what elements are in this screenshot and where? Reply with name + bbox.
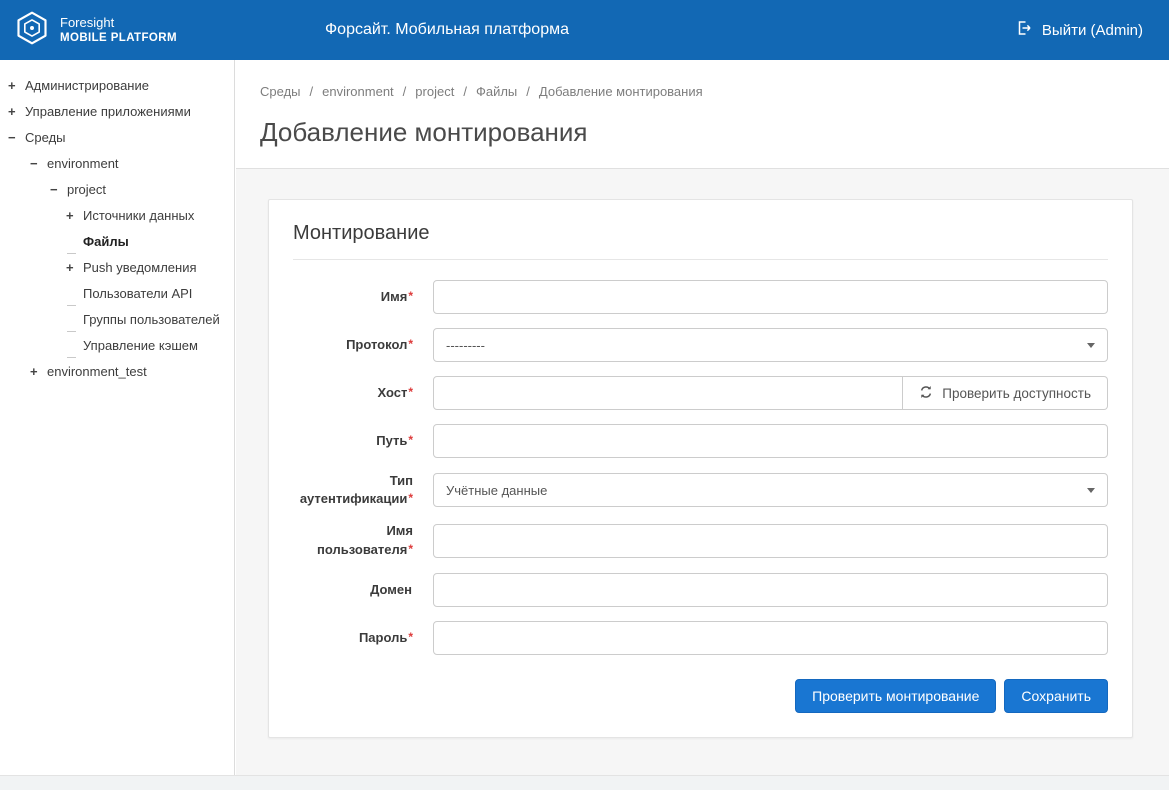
hexagon-logo-icon [14, 10, 50, 51]
breadcrumb-files[interactable]: Файлы [476, 84, 517, 99]
sidebar-item-api-users[interactable]: Пользователи API [0, 280, 234, 306]
name-field[interactable] [433, 280, 1108, 314]
chevron-down-icon [1087, 488, 1095, 493]
expand-plus-icon[interactable]: + [66, 260, 83, 275]
form-row-username: Имя пользователя* [293, 522, 1108, 558]
protocol-select-value: --------- [446, 338, 485, 353]
logout-label: Выйти (Admin) [1042, 22, 1143, 39]
form-title: Монтирование [293, 222, 1108, 260]
main-content: Среды / environment / project / Файлы / … [236, 60, 1169, 775]
required-mark: * [408, 289, 413, 303]
password-label: Пароль* [293, 629, 433, 647]
required-mark: * [408, 385, 413, 399]
page-title: Добавление монтирования [236, 99, 1169, 168]
auth-type-select-value: Учётные данные [446, 483, 547, 498]
form-actions: Проверить монтирование Сохранить [293, 679, 1108, 713]
foresight-logo[interactable]: Foresight MOBILE PLATFORM [0, 10, 235, 51]
collapse-minus-icon[interactable]: − [8, 130, 25, 145]
sidebar-item-administration[interactable]: + Администрирование [0, 72, 234, 98]
mount-form-card: Монтирование Имя* Протокол* --------- Хо… [268, 199, 1133, 738]
logo-line1: Foresight [60, 15, 177, 31]
sidebar-item-push-notifications[interactable]: + Push уведомления [0, 254, 234, 280]
required-mark: * [408, 433, 413, 447]
collapse-minus-icon[interactable]: − [30, 156, 47, 171]
expand-plus-icon[interactable]: + [8, 78, 25, 93]
protocol-select[interactable]: --------- [433, 328, 1108, 362]
form-row-name: Имя* [293, 280, 1108, 314]
path-label: Путь* [293, 432, 433, 450]
username-field[interactable] [433, 524, 1108, 558]
breadcrumb-project[interactable]: project [415, 84, 454, 99]
protocol-label: Протокол* [293, 336, 433, 354]
check-mount-button[interactable]: Проверить монтирование [795, 679, 996, 713]
breadcrumb-separator: / [463, 84, 467, 99]
sidebar-item-files[interactable]: Файлы [0, 228, 234, 254]
logout-icon [1015, 19, 1033, 41]
form-row-protocol: Протокол* --------- [293, 328, 1108, 362]
sidebar-navigation-tree: + Администрирование + Управление приложе… [0, 60, 235, 775]
content-body: Монтирование Имя* Протокол* --------- Хо… [236, 168, 1169, 775]
breadcrumb-separator: / [310, 84, 314, 99]
top-header: Foresight MOBILE PLATFORM Форсайт. Мобил… [0, 0, 1169, 60]
required-mark: * [408, 491, 413, 505]
host-label: Хост* [293, 384, 433, 402]
required-mark: * [408, 630, 413, 644]
sidebar-item-data-sources[interactable]: + Источники данных [0, 202, 234, 228]
logo-line2: MOBILE PLATFORM [60, 31, 177, 45]
save-button[interactable]: Сохранить [1004, 679, 1108, 713]
host-input-group: Проверить доступность [433, 376, 1108, 410]
sidebar-item-user-groups[interactable]: Группы пользователей [0, 306, 234, 332]
breadcrumb-current: Добавление монтирования [539, 84, 703, 99]
sidebar-item-app-management[interactable]: + Управление приложениями [0, 98, 234, 124]
username-label: Имя пользователя* [293, 522, 433, 558]
logout-button[interactable]: Выйти (Admin) [1015, 19, 1143, 41]
horizontal-scrollbar[interactable] [0, 775, 1169, 790]
path-field[interactable] [433, 424, 1108, 458]
collapse-minus-icon[interactable]: − [50, 182, 67, 197]
name-label: Имя* [293, 288, 433, 306]
form-row-path: Путь* [293, 424, 1108, 458]
auth-type-label: Тип аутентификации* [293, 472, 433, 508]
required-mark: * [408, 337, 413, 351]
check-availability-button[interactable]: Проверить доступность [903, 376, 1108, 410]
app-title: Форсайт. Мобильная платформа [325, 21, 569, 39]
required-mark: * [408, 542, 413, 556]
expand-plus-icon[interactable]: + [8, 104, 25, 119]
refresh-icon [919, 385, 933, 402]
domain-field[interactable] [433, 573, 1108, 607]
expand-plus-icon[interactable]: + [66, 208, 83, 223]
form-row-domain: Домен [293, 573, 1108, 607]
form-row-password: Пароль* [293, 621, 1108, 655]
breadcrumb-separator: / [403, 84, 407, 99]
breadcrumb-separator: / [526, 84, 530, 99]
breadcrumb-environment[interactable]: environment [322, 84, 394, 99]
form-row-host: Хост* Проверить доступность [293, 376, 1108, 410]
host-field[interactable] [433, 376, 903, 410]
expand-plus-icon[interactable]: + [30, 364, 47, 379]
sidebar-item-environments[interactable]: − Среды [0, 124, 234, 150]
password-field[interactable] [433, 621, 1108, 655]
form-row-auth-type: Тип аутентификации* Учётные данные [293, 472, 1108, 508]
auth-type-select[interactable]: Учётные данные [433, 473, 1108, 507]
sidebar-item-project[interactable]: − project [0, 176, 234, 202]
sidebar-item-cache-management[interactable]: Управление кэшем [0, 332, 234, 358]
sidebar-item-environment-test[interactable]: + environment_test [0, 358, 234, 384]
breadcrumb-environments[interactable]: Среды [260, 84, 301, 99]
sidebar-item-environment[interactable]: − environment [0, 150, 234, 176]
breadcrumb: Среды / environment / project / Файлы / … [236, 60, 1169, 99]
check-availability-label: Проверить доступность [942, 386, 1091, 401]
domain-label: Домен [293, 581, 433, 599]
chevron-down-icon [1087, 343, 1095, 348]
